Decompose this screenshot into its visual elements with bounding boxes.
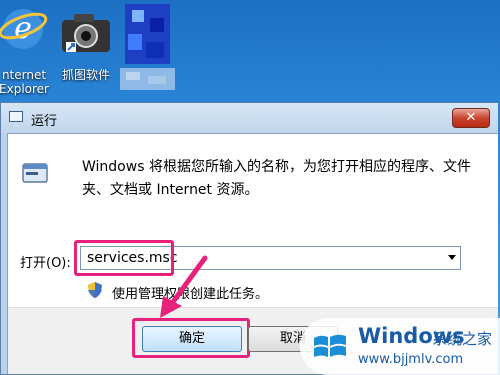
desktop-icon-label: nternet [1,68,47,82]
run-program-icon [22,163,48,183]
dialog-titlebar[interactable]: 运行 ✕ [1,103,498,133]
camera-icon [62,14,110,52]
run-window-icon [9,111,23,122]
dialog-title: 运行 [31,114,58,129]
watermark-subtitle: 系统之家 [432,330,493,348]
desktop-icon-screenshot-software[interactable]: 抓图软件 [54,0,118,95]
input-highlight-box [74,240,174,276]
close-button[interactable]: ✕ [452,108,490,128]
desktop-icon-internet-explorer[interactable]: e nternet Explorer [0,0,56,96]
ok-highlight-box [132,318,250,358]
close-icon: ✕ [465,110,477,125]
desktop-icon-label: Explorer [0,82,49,96]
desktop-icon-label: 抓图软件 [61,68,110,82]
watermark: Windows 系统之家 www.bjjmlv.com [300,318,500,375]
pixelated-desktop-icon[interactable] [120,4,175,94]
open-label: 打开(O): [20,256,71,271]
uac-shield-icon [88,282,102,298]
windows-logo-icon [314,334,346,357]
internet-explorer-icon: e [0,9,48,49]
dialog-description: Windows 将根据您所输入的名称，为您打开相应的程序、文件夹、文档或 Int… [82,159,471,198]
watermark-url: www.bjjmlv.com [358,352,464,367]
dropdown-arrow-icon[interactable] [448,255,456,260]
admin-privilege-note: 使用管理权限创建此任务。 [112,287,269,302]
